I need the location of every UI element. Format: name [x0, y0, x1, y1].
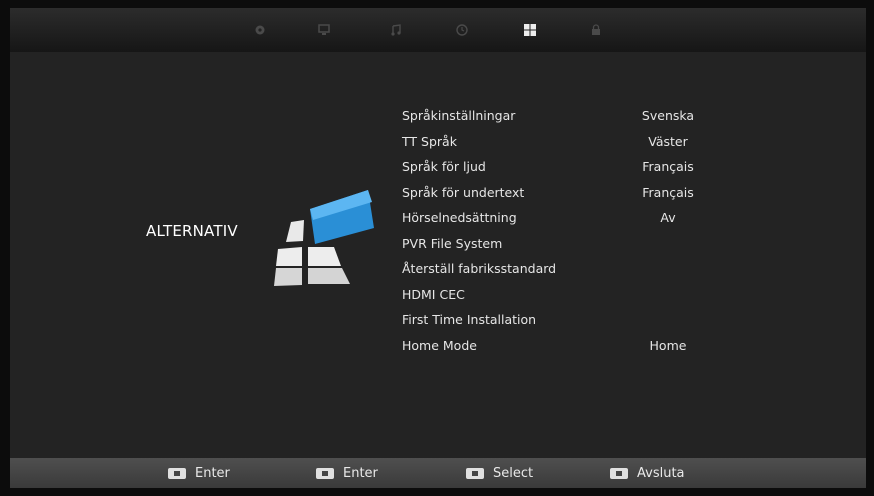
- category-tab-bar: [10, 8, 866, 52]
- gear-icon: [255, 25, 265, 35]
- ok-key-icon: [168, 467, 186, 479]
- menu-item-value: Home: [649, 337, 687, 353]
- menu-item-label: Återställ fabriksstandard: [402, 261, 557, 276]
- menu-item-factory-reset[interactable]: Återställ fabriksstandard: [402, 257, 732, 281]
- page-title: ALTERNATIV: [146, 222, 238, 240]
- menu-item-label: Språk för ljud: [402, 159, 486, 174]
- menu-item-value: Svenska: [641, 108, 695, 123]
- menu-item-label: Språkinställningar: [402, 108, 516, 123]
- menu-item-pvr-file-system[interactable]: PVR File System: [402, 232, 732, 256]
- menu-item-label: PVR File System: [402, 235, 503, 251]
- hint-ok-enter: Enter: [168, 465, 230, 481]
- menu-item-teletext-language[interactable]: TT Språk Väster: [402, 130, 732, 154]
- menu-item-label: HDMI CEC: [402, 286, 465, 302]
- tab-options[interactable]: [520, 20, 540, 40]
- menu-item-home-mode[interactable]: Home Mode Home: [402, 334, 732, 358]
- menu-item-label: TT Språk: [402, 133, 457, 149]
- hint-label: Enter: [343, 465, 378, 481]
- monitor-icon: [318, 24, 330, 35]
- lock-icon: [592, 24, 600, 35]
- tab-settings[interactable]: [250, 20, 270, 40]
- settings-screen: ALTERNATIV Språkinställningar Svenska TT…: [10, 8, 866, 488]
- tab-sound[interactable]: [386, 20, 406, 40]
- hint-select: Select: [466, 465, 533, 481]
- menu-item-language[interactable]: Språkinställningar Svenska: [402, 104, 732, 128]
- menu-item-value: Français: [642, 159, 694, 174]
- menu-item-label: First Time Installation: [402, 312, 537, 327]
- menu-item-hdmi-cec[interactable]: HDMI CEC: [402, 283, 732, 307]
- menu-item-label: Hörselnedsättning: [402, 210, 517, 225]
- options-logo: [274, 190, 374, 286]
- tab-lock[interactable]: [586, 20, 606, 40]
- exit-key-icon: [610, 467, 628, 479]
- hint-right-enter: Enter: [316, 465, 378, 481]
- menu-item-value: Väster: [648, 133, 688, 149]
- menu-item-value: Av: [660, 210, 676, 225]
- updown-key-icon: [466, 467, 484, 479]
- music-note-icon: [391, 24, 401, 36]
- menu-item-subtitle-language[interactable]: Språk för undertext Français: [402, 181, 732, 205]
- key-hint-bar: Enter Enter Select Avsluta: [10, 458, 866, 488]
- menu-item-value: Français: [642, 184, 694, 200]
- tab-picture[interactable]: [314, 20, 334, 40]
- hint-label: Select: [493, 465, 534, 481]
- menu-item-first-time-installation[interactable]: First Time Installation: [402, 308, 732, 332]
- grid-icon: [524, 24, 536, 36]
- hint-label: Avsluta: [637, 465, 685, 481]
- menu-item-audio-language[interactable]: Språk för ljud Français: [402, 155, 732, 179]
- menu-item-hearing-impaired[interactable]: Hörselnedsättning Av: [402, 206, 732, 230]
- hint-exit: Avsluta: [610, 465, 685, 481]
- tab-time[interactable]: [452, 20, 472, 40]
- menu-item-label: Home Mode: [402, 337, 477, 353]
- right-key-icon: [316, 467, 334, 479]
- menu-item-label: Språk för undertext: [402, 184, 525, 200]
- clock-icon: [456, 24, 468, 36]
- hint-label: Enter: [195, 465, 230, 481]
